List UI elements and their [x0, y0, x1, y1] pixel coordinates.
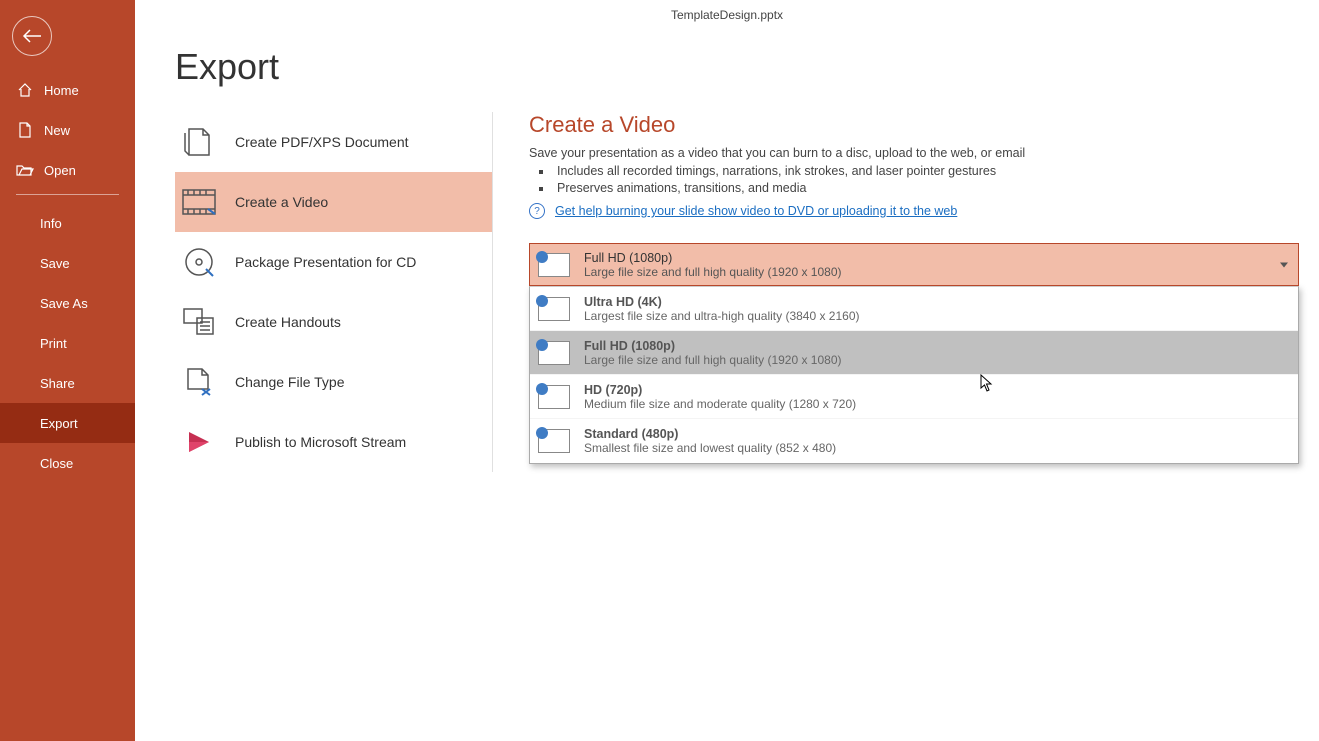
resolution-icon	[538, 341, 570, 365]
option-label: Package Presentation for CD	[235, 254, 416, 270]
resolution-icon	[538, 429, 570, 453]
help-icon: ?	[529, 203, 545, 219]
sidebar-label: Open	[44, 163, 76, 178]
sidebar-divider	[16, 194, 119, 195]
option-change-filetype[interactable]: Change File Type	[175, 352, 492, 412]
sidebar-label: Home	[44, 83, 79, 98]
new-icon	[16, 122, 34, 138]
option-label: Publish to Microsoft Stream	[235, 434, 406, 450]
sidebar-item-share[interactable]: Share	[0, 363, 135, 403]
option-publish-stream[interactable]: Publish to Microsoft Stream	[175, 412, 492, 472]
sidebar-label: New	[44, 123, 70, 138]
dd-item-desc: Large file size and full high quality (1…	[584, 353, 842, 367]
open-icon	[16, 163, 34, 177]
titlebar: TemplateDesign.pptx	[135, 0, 1319, 30]
filetype-icon	[181, 364, 217, 400]
detail-title: Create a Video	[529, 112, 1299, 138]
resolution-icon	[538, 385, 570, 409]
sidebar-label: Close	[40, 456, 73, 471]
export-options-list: Create PDF/XPS Document Create a Video P…	[175, 112, 493, 472]
help-row: ? Get help burning your slide show video…	[529, 203, 1299, 219]
detail-pane: Create a Video Save your presentation as…	[493, 112, 1319, 472]
dropdown-item-hd[interactable]: HD (720p) Medium file size and moderate …	[530, 375, 1298, 419]
dd-item-desc: Largest file size and ultra-high quality…	[584, 309, 860, 323]
sidebar-label: Save	[40, 256, 70, 271]
sidebar-item-info[interactable]: Info	[0, 203, 135, 243]
option-label: Create a Video	[235, 194, 328, 210]
sidebar-item-saveas[interactable]: Save As	[0, 283, 135, 323]
dropdown-item-ultra-hd[interactable]: Ultra HD (4K) Largest file size and ultr…	[530, 287, 1298, 331]
sidebar-label: Export	[40, 416, 78, 431]
dropdown-selected[interactable]: Full HD (1080p) Large file size and full…	[529, 243, 1299, 286]
sidebar-item-export[interactable]: Export	[0, 403, 135, 443]
dropdown-item-standard[interactable]: Standard (480p) Smallest file size and l…	[530, 419, 1298, 463]
backstage-sidebar: Home New Open Info Save Save As Print Sh…	[0, 0, 135, 741]
sidebar-item-print[interactable]: Print	[0, 323, 135, 363]
sidebar-item-save[interactable]: Save	[0, 243, 135, 283]
cd-icon	[181, 244, 217, 280]
option-create-video[interactable]: Create a Video	[175, 172, 492, 232]
handouts-icon	[181, 304, 217, 340]
option-label: Change File Type	[235, 374, 344, 390]
resolution-icon	[538, 297, 570, 321]
option-pdf-xps[interactable]: Create PDF/XPS Document	[175, 112, 492, 172]
option-label: Create Handouts	[235, 314, 341, 330]
detail-subtitle: Save your presentation as a video that y…	[529, 146, 1299, 160]
dropdown-list: Ultra HD (4K) Largest file size and ultr…	[529, 286, 1299, 464]
sidebar-item-close[interactable]: Close	[0, 443, 135, 483]
dd-item-title: HD (720p)	[584, 383, 856, 397]
dd-item-desc: Smallest file size and lowest quality (8…	[584, 441, 836, 455]
sidebar-item-new[interactable]: New	[0, 110, 135, 150]
dd-item-title: Ultra HD (4K)	[584, 295, 860, 309]
dropdown-item-full-hd[interactable]: Full HD (1080p) Large file size and full…	[530, 331, 1298, 375]
sidebar-label: Save As	[40, 296, 88, 311]
dropdown-selected-desc: Large file size and full high quality (1…	[584, 265, 842, 279]
option-package-cd[interactable]: Package Presentation for CD	[175, 232, 492, 292]
chevron-down-icon	[1280, 262, 1288, 267]
main-panel: TemplateDesign.pptx Export Create PDF/XP…	[135, 0, 1319, 741]
dd-item-desc: Medium file size and moderate quality (1…	[584, 397, 856, 411]
dd-item-title: Full HD (1080p)	[584, 339, 842, 353]
back-button[interactable]	[12, 16, 52, 56]
home-icon	[16, 82, 34, 98]
sidebar-label: Info	[40, 216, 62, 231]
content-area: Create PDF/XPS Document Create a Video P…	[135, 112, 1319, 472]
detail-bullets: Includes all recorded timings, narration…	[553, 164, 1299, 195]
resolution-dropdown: Full HD (1080p) Large file size and full…	[529, 243, 1299, 464]
resolution-icon	[538, 253, 570, 277]
sidebar-item-home[interactable]: Home	[0, 70, 135, 110]
sidebar-label: Print	[40, 336, 67, 351]
bullet-item: Includes all recorded timings, narration…	[553, 164, 1299, 178]
option-handouts[interactable]: Create Handouts	[175, 292, 492, 352]
page-title: Export	[175, 46, 1319, 88]
help-link[interactable]: Get help burning your slide show video t…	[555, 204, 957, 218]
dropdown-selected-title: Full HD (1080p)	[584, 251, 842, 265]
dd-item-title: Standard (480p)	[584, 427, 836, 441]
stream-icon	[181, 424, 217, 460]
pdf-icon	[181, 124, 217, 160]
sidebar-item-open[interactable]: Open	[0, 150, 135, 190]
video-icon	[181, 184, 217, 220]
bullet-item: Preserves animations, transitions, and m…	[553, 181, 1299, 195]
filename: TemplateDesign.pptx	[671, 8, 783, 22]
option-label: Create PDF/XPS Document	[235, 134, 409, 150]
sidebar-label: Share	[40, 376, 75, 391]
